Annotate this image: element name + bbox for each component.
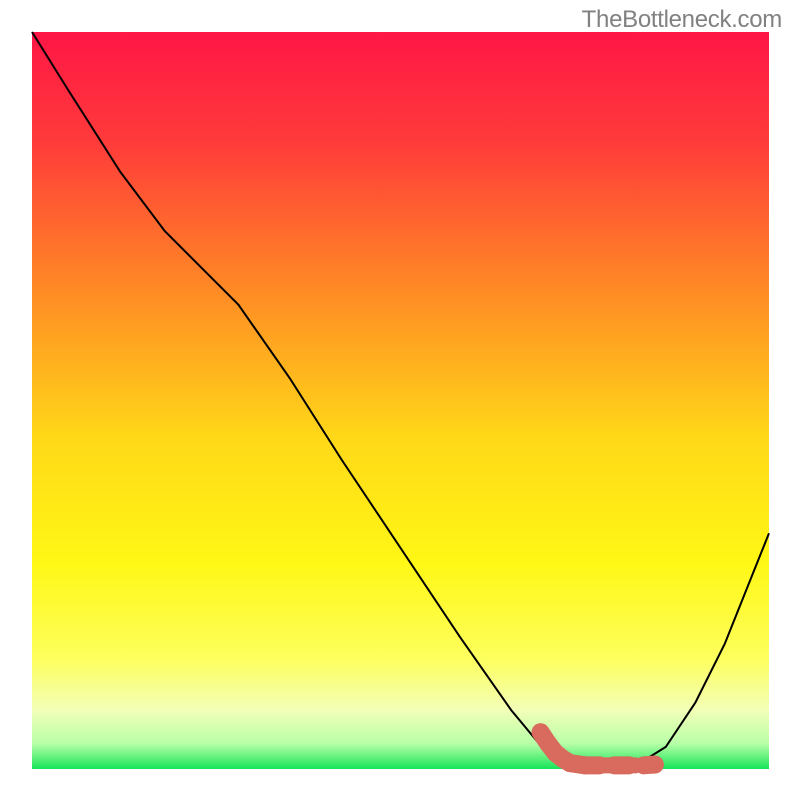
gradient-background xyxy=(32,32,769,769)
chart-container: TheBottleneck.com xyxy=(0,0,800,800)
watermark-text: TheBottleneck.com xyxy=(582,6,782,34)
bottleneck-chart xyxy=(0,0,800,800)
